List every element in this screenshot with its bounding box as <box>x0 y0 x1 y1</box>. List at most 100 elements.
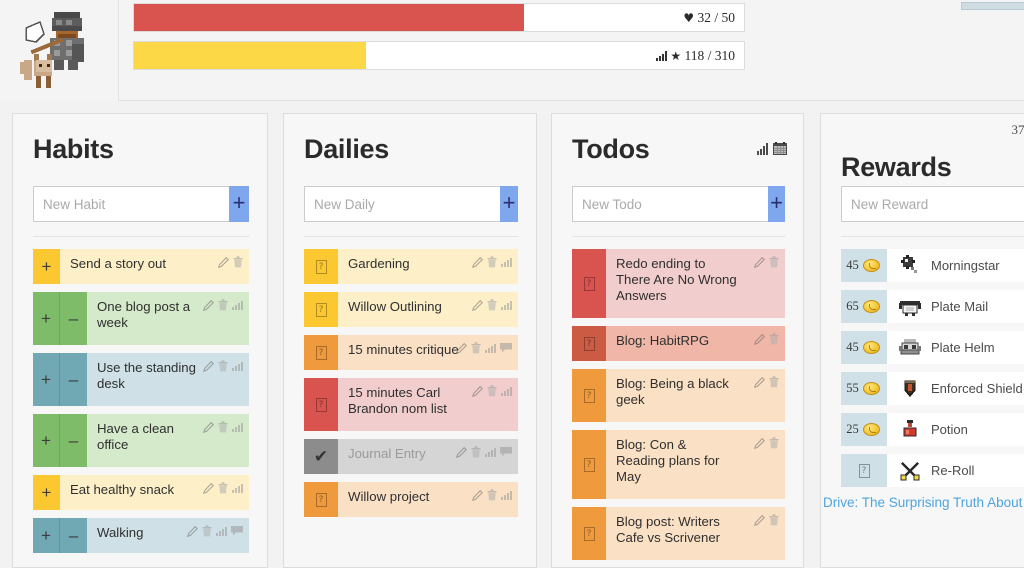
delete-icon[interactable] <box>487 299 497 311</box>
edit-icon[interactable] <box>187 525 198 537</box>
todo-checkbox[interactable]: ? <box>572 507 606 560</box>
habit-minus-button[interactable]: – <box>60 292 87 345</box>
habit-plus-button[interactable]: + <box>33 475 60 510</box>
delete-icon[interactable] <box>769 376 779 388</box>
habit-minus-button[interactable]: – <box>60 518 87 553</box>
habit-body[interactable]: One blog post a week <box>87 292 249 345</box>
reward-item[interactable]: 45 Morningstar <box>841 249 1024 282</box>
todo-checkbox[interactable]: ? <box>572 369 606 422</box>
reward-item[interactable]: 65 Plate Mail <box>841 290 1024 323</box>
daily-body[interactable]: Gardening <box>338 249 518 284</box>
habit-plus-button[interactable]: + <box>33 249 60 284</box>
habit-plus-button[interactable]: + <box>33 353 60 406</box>
chart-icon[interactable] <box>501 490 512 500</box>
delete-icon[interactable] <box>769 333 779 345</box>
habit-item[interactable]: + – One blog post a week <box>33 292 249 345</box>
todo-item[interactable]: ? Blog post: Writers Cafe vs Scrivener <box>572 507 785 560</box>
edit-icon[interactable] <box>203 360 214 372</box>
edit-icon[interactable] <box>203 482 214 494</box>
comment-icon[interactable] <box>500 447 512 457</box>
reward-item[interactable]: 25 Potion <box>841 413 1024 446</box>
reward-cost[interactable]: 55 <box>841 372 887 405</box>
edit-icon[interactable] <box>472 256 483 268</box>
todo-body[interactable]: Blog: HabitRPG <box>606 326 785 361</box>
habit-item[interactable]: + – Walking <box>33 518 249 553</box>
habit-minus-button[interactable]: – <box>60 353 87 406</box>
daily-item[interactable]: ? Willow Outlining <box>304 292 518 327</box>
chart-icon[interactable] <box>232 483 243 493</box>
calendar-icon[interactable] <box>773 142 787 155</box>
chart-icon[interactable] <box>485 447 496 457</box>
chart-icon[interactable] <box>501 386 512 396</box>
chart-icon[interactable] <box>501 300 512 310</box>
habit-plus-button[interactable]: + <box>33 518 60 553</box>
delete-icon[interactable] <box>769 437 779 449</box>
daily-item[interactable]: ✔ Journal Entry <box>304 439 518 474</box>
habit-body[interactable]: Have a clean office <box>87 414 249 467</box>
avatar[interactable] <box>6 4 114 96</box>
edit-icon[interactable] <box>754 437 765 449</box>
delete-icon[interactable] <box>471 446 481 458</box>
daily-checkbox[interactable]: ? <box>304 292 338 327</box>
edit-icon[interactable] <box>754 376 765 388</box>
habit-body[interactable]: Use the standing desk <box>87 353 249 406</box>
add-daily-button[interactable]: + <box>500 186 518 222</box>
edit-icon[interactable] <box>456 446 467 458</box>
edit-icon[interactable] <box>456 342 467 354</box>
todo-checkbox[interactable]: ? <box>572 249 606 318</box>
add-todo-button[interactable]: + <box>768 186 785 222</box>
delete-icon[interactable] <box>218 482 228 494</box>
habit-item[interactable]: + Eat healthy snack <box>33 475 249 510</box>
delete-icon[interactable] <box>233 256 243 268</box>
habit-body[interactable]: Eat healthy snack <box>60 475 249 510</box>
avatar-cell[interactable] <box>0 0 119 101</box>
daily-item[interactable]: ? Willow project <box>304 482 518 517</box>
chart-icon[interactable] <box>232 300 243 310</box>
reward-body[interactable]: Morningstar <box>887 249 1024 282</box>
edit-icon[interactable] <box>754 514 765 526</box>
chart-icon[interactable] <box>501 257 512 267</box>
todo-checkbox[interactable]: ? <box>572 326 606 361</box>
top-right-panel-edge[interactable] <box>961 2 1024 10</box>
chart-icon[interactable] <box>757 143 770 155</box>
habit-minus-button[interactable]: – <box>60 414 87 467</box>
comment-icon[interactable] <box>500 343 512 353</box>
edit-icon[interactable] <box>203 421 214 433</box>
daily-item[interactable]: ? 15 minutes critique <box>304 335 518 370</box>
habit-item[interactable]: + Send a story out <box>33 249 249 284</box>
chart-icon[interactable] <box>216 526 227 536</box>
habit-item[interactable]: + – Have a clean office <box>33 414 249 467</box>
edit-icon[interactable] <box>472 385 483 397</box>
new-reward-input[interactable] <box>841 186 1024 222</box>
todo-item[interactable]: ? Blog: Being a black geek <box>572 369 785 422</box>
new-habit-input[interactable] <box>33 186 229 222</box>
todo-item[interactable]: ? Blog: HabitRPG <box>572 326 785 361</box>
delete-icon[interactable] <box>769 514 779 526</box>
new-daily-input[interactable] <box>304 186 500 222</box>
daily-checkbox[interactable]: ? <box>304 335 338 370</box>
todo-body[interactable]: Blog post: Writers Cafe vs Scrivener <box>606 507 785 560</box>
daily-checkbox[interactable]: ? <box>304 482 338 517</box>
delete-icon[interactable] <box>202 525 212 537</box>
daily-item[interactable]: ? Gardening <box>304 249 518 284</box>
edit-icon[interactable] <box>754 256 765 268</box>
habit-plus-button[interactable]: + <box>33 292 60 345</box>
add-habit-button[interactable]: + <box>229 186 249 222</box>
edit-icon[interactable] <box>754 333 765 345</box>
daily-item[interactable]: ? 15 minutes Carl Brandon nom list <box>304 378 518 431</box>
daily-checkbox[interactable]: ? <box>304 249 338 284</box>
reward-item[interactable]: 55 Enforced Shield <box>841 372 1024 405</box>
reward-body[interactable]: Plate Mail <box>887 290 1024 323</box>
edit-icon[interactable] <box>203 299 214 311</box>
delete-icon[interactable] <box>487 256 497 268</box>
experience-bar[interactable]: ★ 118 / 310 <box>133 41 745 70</box>
todo-item[interactable]: ? Blog: Con & Reading plans for May <box>572 430 785 499</box>
habit-plus-button[interactable]: + <box>33 414 60 467</box>
daily-body[interactable]: Journal Entry <box>338 439 518 474</box>
habit-body[interactable]: Send a story out <box>60 249 249 284</box>
reward-cost[interactable]: ? <box>841 454 887 487</box>
daily-body[interactable]: Willow project <box>338 482 518 517</box>
reward-cost[interactable]: 45 <box>841 249 887 282</box>
delete-icon[interactable] <box>487 385 497 397</box>
todo-item[interactable]: ? Redo ending to There Are No Wrong Answe… <box>572 249 785 318</box>
